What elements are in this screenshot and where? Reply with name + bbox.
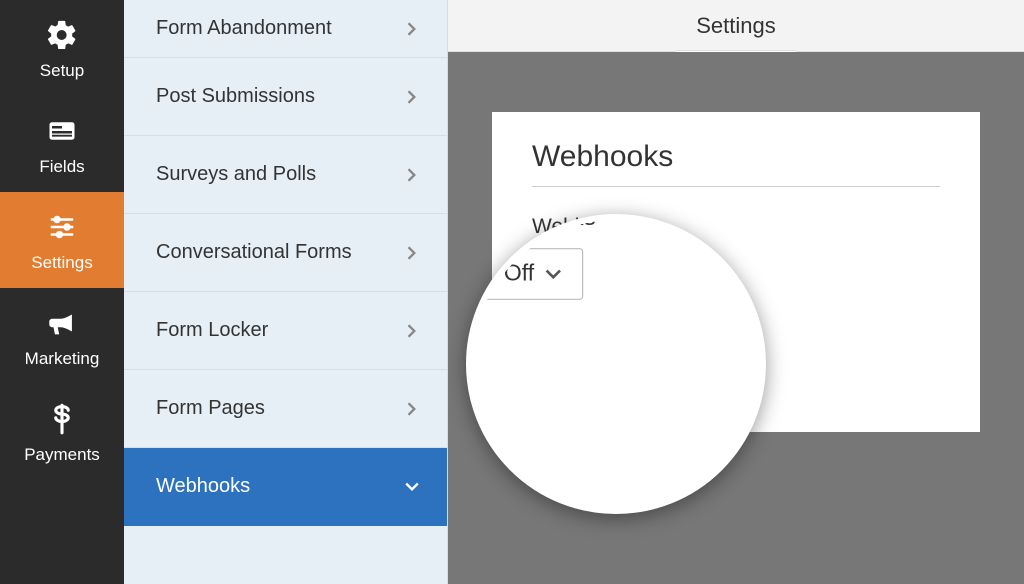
settings-item-label: Form Locker [156,319,268,342]
nav-label: Setup [40,61,84,81]
settings-item-label: Surveys and Polls [156,163,316,186]
webhooks-card: Webhooks Webhooks Off [492,112,980,432]
dropdown-value: Off [551,264,577,287]
settings-item-webhooks[interactable]: Webhooks [124,448,447,526]
settings-canvas: Webhooks Webhooks Off Webhooks Webhooks … [448,52,1024,584]
settings-item-label: Post Submissions [156,85,315,108]
settings-item-label: Form Abandonment [156,17,332,40]
settings-item-form-abandonment[interactable]: Form Abandonment [124,0,447,58]
nav-label: Fields [39,157,84,177]
nav-item-marketing[interactable]: Marketing [0,288,124,384]
field-label: Webhooks [532,215,940,239]
left-nav: Setup Fields Settings Marketing Payments [0,0,124,584]
panel-header: Settings [448,0,1024,52]
chevron-right-icon [405,402,419,416]
chevron-right-icon [405,324,419,338]
settings-item-post-submissions[interactable]: Post Submissions [124,58,447,136]
settings-submenu: Form Abandonment Post Submissions Survey… [124,0,448,584]
nav-label: Settings [31,253,92,273]
megaphone-icon [42,303,82,343]
nav-label: Marketing [25,349,100,369]
webhooks-toggle-dropdown[interactable]: Off [532,253,620,298]
settings-item-form-locker[interactable]: Form Locker [124,292,447,370]
settings-item-form-pages[interactable]: Form Pages [124,370,447,448]
settings-item-conversational-forms[interactable]: Conversational Forms [124,214,447,292]
nav-item-fields[interactable]: Fields [0,96,124,192]
settings-item-label: Conversational Forms [156,241,352,264]
sliders-icon [42,207,82,247]
settings-item-label: Form Pages [156,397,265,420]
chevron-down-icon [405,480,419,494]
gear-icon [42,15,82,55]
nav-label: Payments [24,445,100,465]
right-panel: Settings Webhooks Webhooks Off Webhooks … [448,0,1024,584]
chevron-right-icon [405,246,419,260]
card-title: Webhooks [532,140,940,187]
chevron-right-icon [405,168,419,182]
chevron-down-icon [587,264,601,287]
settings-item-surveys-polls[interactable]: Surveys and Polls [124,136,447,214]
panel-header-title: Settings [696,13,776,39]
nav-item-payments[interactable]: Payments [0,384,124,480]
settings-item-label: Webhooks [156,475,250,498]
nav-item-setup[interactable]: Setup [0,0,124,96]
chevron-right-icon [405,22,419,36]
form-fields-icon [42,111,82,151]
nav-item-settings[interactable]: Settings [0,192,124,288]
dollar-icon [42,399,82,439]
chevron-right-icon [405,90,419,104]
